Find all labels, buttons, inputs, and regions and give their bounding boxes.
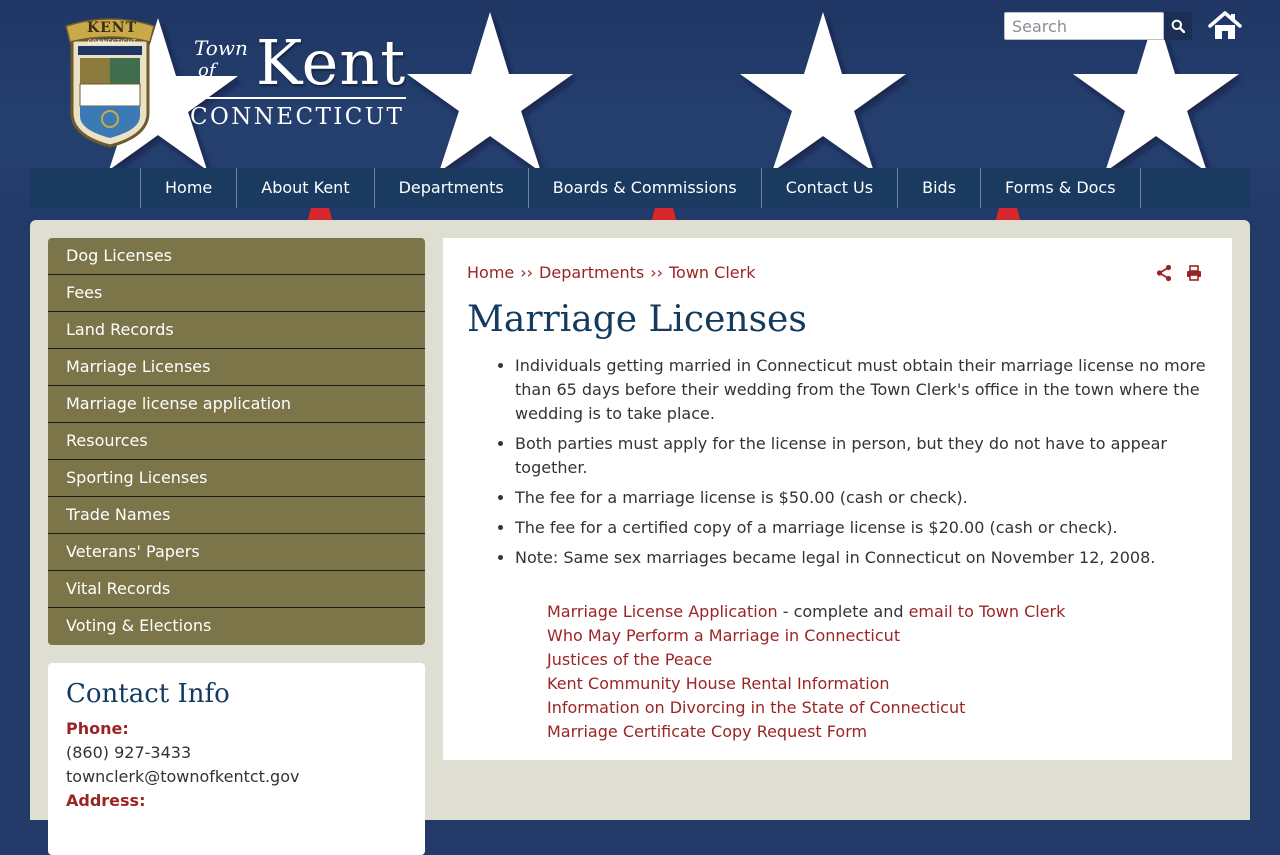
divorcing-info-link[interactable]: Information on Divorcing in the State of… <box>547 698 965 717</box>
sidebar-item-resources[interactable]: Resources <box>48 423 425 460</box>
sidebar-item-land-records[interactable]: Land Records <box>48 312 425 349</box>
sidebar-item-fees[interactable]: Fees <box>48 275 425 312</box>
nav-item-boards-commissions[interactable]: Boards & Commissions <box>529 168 762 208</box>
certificate-copy-request-link[interactable]: Marriage Certificate Copy Request Form <box>547 722 867 741</box>
brand-state: CONNECTICUT <box>190 104 405 130</box>
search-button[interactable] <box>1164 12 1192 40</box>
email-town-clerk-link[interactable]: email to Town Clerk <box>909 602 1066 621</box>
brand-name: Kent <box>256 26 407 99</box>
search-input[interactable] <box>1004 12 1164 40</box>
who-may-perform-link[interactable]: Who May Perform a Marriage in Connecticu… <box>547 626 900 645</box>
brand-of-word: of <box>198 60 216 81</box>
breadcrumb-town-clerk[interactable]: Town Clerk <box>669 263 755 282</box>
nav-item-departments[interactable]: Departments <box>375 168 529 208</box>
page-title: Marriage Licenses <box>467 299 807 340</box>
sidebar-item-marriage-license-application[interactable]: Marriage license application <box>48 386 425 423</box>
community-house-rental-link[interactable]: Kent Community House Rental Information <box>547 674 890 693</box>
phone-number[interactable]: (860) 927-3433 <box>66 741 407 765</box>
sidebar-item-dog-licenses[interactable]: Dog Licenses <box>48 238 425 275</box>
main-content: Home ›› Departments ›› Town Clerk Marriage L… <box>443 238 1232 760</box>
breadcrumb-departments[interactable]: Departments <box>539 263 644 282</box>
kent-town-seal <box>65 18 155 148</box>
list-item: The fee for a certified copy of a marria… <box>515 516 1208 540</box>
nav-item-bids[interactable]: Bids <box>898 168 982 208</box>
breadcrumb-home[interactable]: Home <box>467 263 514 282</box>
search-icon <box>1171 19 1185 33</box>
sidebar-item-veterans-papers[interactable]: Veterans' Papers <box>48 534 425 571</box>
sidebar-item-voting-elections[interactable]: Voting & Elections <box>48 608 425 645</box>
breadcrumb-separator: ›› <box>520 263 534 282</box>
related-links: Marriage License Application - complete … <box>547 600 1208 744</box>
home-button[interactable] <box>1208 10 1242 42</box>
contact-info-panel: Contact Info Phone: (860) 927-3433 townc… <box>48 663 425 855</box>
marriage-license-application-link[interactable]: Marriage License Application <box>547 602 778 621</box>
list-item: Note: Same sex marriages became legal in… <box>515 546 1208 570</box>
email-address[interactable]: townclerk@townofkentct.gov <box>66 765 407 789</box>
nav-item-contact-us[interactable]: Contact Us <box>762 168 899 208</box>
share-icon[interactable] <box>1156 264 1172 282</box>
marriage-license-facts: Individuals getting married in Connectic… <box>467 354 1208 570</box>
seal-title: KENT <box>86 20 138 36</box>
application-note: - complete and <box>777 602 909 621</box>
sidebar-menu: Dog Licenses Fees Land Records Marriage … <box>48 238 425 645</box>
site-logo[interactable]: Town of Kent CONNECTICUT <box>186 26 416 138</box>
home-icon <box>1208 11 1242 39</box>
contact-info-title: Contact Info <box>66 679 230 709</box>
address-label: Address: <box>66 791 146 810</box>
sidebar: Dog Licenses Fees Land Records Marriage … <box>48 238 425 855</box>
list-item: Both parties must apply for the license … <box>515 432 1208 480</box>
list-item: The fee for a marriage license is $50.00… <box>515 486 1208 510</box>
print-icon[interactable] <box>1186 264 1202 282</box>
brand-town-word: Town <box>194 36 248 60</box>
nav-item-home[interactable]: Home <box>141 168 238 208</box>
breadcrumb: Home ›› Departments ›› Town Clerk <box>467 262 1208 284</box>
breadcrumb-separator: ›› <box>650 263 663 282</box>
list-item: Individuals getting married in Connectic… <box>515 354 1208 426</box>
sidebar-item-marriage-licenses[interactable]: Marriage Licenses <box>48 349 425 386</box>
seal-subtitle: CONNECTICUT <box>87 39 137 46</box>
main-navigation: Home About Kent Departments Boards & Com… <box>30 168 1250 208</box>
sidebar-item-trade-names[interactable]: Trade Names <box>48 497 425 534</box>
nav-item-about-kent[interactable]: About Kent <box>237 168 375 208</box>
nav-item-forms-docs[interactable]: Forms & Docs <box>981 168 1141 208</box>
brand-divider <box>188 97 406 99</box>
sidebar-item-vital-records[interactable]: Vital Records <box>48 571 425 608</box>
phone-label: Phone: <box>66 719 129 738</box>
page-tools <box>1156 264 1202 282</box>
justices-of-the-peace-link[interactable]: Justices of the Peace <box>547 650 712 669</box>
sidebar-item-sporting-licenses[interactable]: Sporting Licenses <box>48 460 425 497</box>
